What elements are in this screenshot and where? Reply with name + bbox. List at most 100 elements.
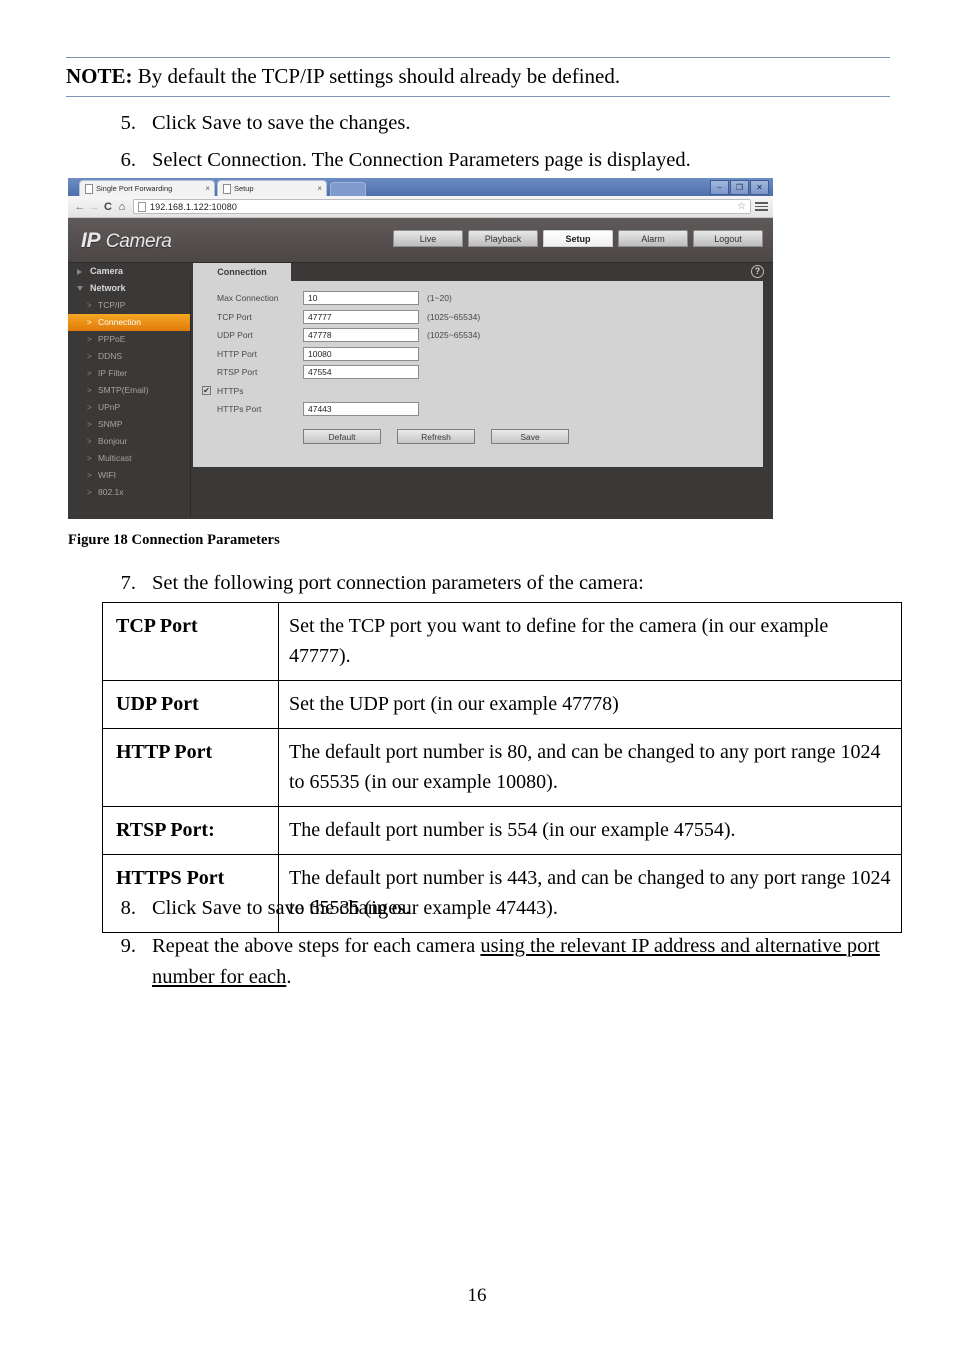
- sidebar-item-ddns[interactable]: > DDNS: [68, 348, 190, 365]
- note-callout: NOTE: By default the TCP/IP settings sho…: [66, 57, 890, 97]
- nav-tab-live[interactable]: Live: [393, 230, 463, 247]
- save-button[interactable]: Save: [491, 429, 569, 444]
- sidebar-item-label: SNMP: [98, 419, 123, 429]
- sidebar-item-upnp[interactable]: > UPnP: [68, 399, 190, 416]
- max-connection-input[interactable]: 10: [303, 291, 419, 305]
- tab-close-icon[interactable]: ×: [199, 184, 210, 193]
- sidebar-group-network[interactable]: Network: [68, 280, 190, 297]
- sidebar-item-label: Connection: [98, 317, 142, 327]
- sidebar-item-smtp-email[interactable]: > SMTP(Email): [68, 382, 190, 399]
- new-tab-button[interactable]: [330, 182, 366, 197]
- browser-tab-single-port-forwarding[interactable]: Single Port Forwarding ×: [79, 180, 215, 196]
- chevron-right-icon: >: [87, 335, 92, 344]
- browser-tab-setup[interactable]: Setup ×: [217, 180, 327, 196]
- tab-connection[interactable]: Connection: [193, 263, 291, 281]
- chevron-right-icon: [77, 269, 82, 275]
- figure-browser-screenshot: Single Port Forwarding × Setup × – ❐ ✕ ←…: [68, 178, 773, 519]
- minimize-icon[interactable]: –: [710, 180, 729, 195]
- udp-port-label: UDP Port: [217, 330, 253, 340]
- http-port-input[interactable]: 10080: [303, 346, 419, 361]
- nav-tab-alarm[interactable]: Alarm: [618, 230, 688, 247]
- back-icon[interactable]: ←: [73, 201, 87, 213]
- step-9: 9. Repeat the above steps for each camer…: [104, 931, 894, 993]
- sidebar-item-connection[interactable]: > Connection: [68, 314, 190, 331]
- param-value: Set the UDP port (in our example 47778): [278, 680, 902, 729]
- restore-icon[interactable]: ❐: [730, 180, 749, 195]
- sidebar-item-label: SMTP(Email): [98, 385, 149, 395]
- sidebar-group-label: Network: [90, 283, 126, 293]
- chevron-right-icon: >: [87, 420, 92, 429]
- step-6-text: Select Connection. The Connection Parame…: [152, 149, 691, 171]
- https-port-label: HTTPs Port: [217, 404, 262, 414]
- sidebar-item-multicast[interactable]: > Multicast: [68, 450, 190, 467]
- tcp-port-input[interactable]: 47777: [303, 309, 419, 324]
- panel-button-row: Default Refresh Save: [303, 429, 569, 444]
- nav-tab-logout[interactable]: Logout: [693, 230, 763, 247]
- sidebar-item-wifi[interactable]: > WIFI: [68, 467, 190, 484]
- udp-port-input[interactable]: 47778: [303, 328, 419, 342]
- browser-tabstrip: Single Port Forwarding × Setup × – ❐ ✕: [68, 178, 773, 197]
- https-checkbox-row: ✔ HTTPs: [193, 383, 763, 402]
- menu-hamburger-icon[interactable]: [755, 200, 768, 214]
- chevron-right-icon: >: [87, 369, 92, 378]
- sidebar-item-802-1x[interactable]: >802.1x: [68, 484, 190, 501]
- panel-tab-header: Connection ?: [190, 263, 773, 281]
- window-controls: – ❐ ✕: [710, 180, 769, 195]
- sidebar-item-snmp[interactable]: > SNMP: [68, 416, 190, 433]
- param-key: UDP Port: [102, 680, 279, 729]
- content-area: Connection ? Max Connection 10 (1~20) TC…: [190, 263, 773, 517]
- refresh-button[interactable]: Refresh: [397, 429, 475, 444]
- app-body: Camera Network > TCP/IP > Connection > PPPo…: [68, 263, 773, 517]
- sidebar-item-pppoe[interactable]: > PPPoE: [68, 331, 190, 348]
- step-6: 6. Select Connection. The Connection Par…: [104, 145, 894, 176]
- default-button[interactable]: Default: [303, 429, 381, 444]
- sidebar-item-label: Multicast: [98, 453, 132, 463]
- field-row-rtsp-port: RTSP Port 47554: [193, 364, 763, 383]
- sidebar-item-tcpip[interactable]: > TCP/IP: [68, 297, 190, 314]
- forward-icon[interactable]: →: [87, 201, 101, 213]
- param-value: The default port number is 554 (in our e…: [278, 806, 902, 855]
- chevron-right-icon: >: [87, 386, 92, 395]
- reload-icon[interactable]: C: [101, 201, 115, 213]
- figure-caption: Figure 18 Connection Parameters: [68, 532, 280, 548]
- field-row-tcp-port: TCP Port 47777 (1025~65534): [193, 309, 763, 328]
- tab-close-icon[interactable]: ×: [311, 184, 322, 193]
- app-nav-tabs: Live Playback Setup Alarm Logout: [393, 230, 763, 247]
- sidebar-item-label: 802.1x: [98, 487, 124, 497]
- app-header: IP Camera Live Playback Setup Alarm Logo…: [68, 218, 773, 263]
- chevron-right-icon: >: [87, 352, 92, 361]
- nav-tab-playback[interactable]: Playback: [468, 230, 538, 247]
- table-row: UDP Port Set the UDP port (in our exampl…: [102, 680, 902, 729]
- chevron-right-icon: >: [87, 318, 92, 327]
- max-connection-label: Max Connection: [217, 293, 279, 303]
- https-checkbox[interactable]: ✔: [202, 385, 211, 395]
- step-5-number: 5.: [120, 112, 136, 134]
- sidebar-item-label: Bonjour: [98, 436, 128, 446]
- rtsp-port-label: RTSP Port: [217, 367, 258, 377]
- bookmark-star-icon[interactable]: ☆: [733, 201, 746, 212]
- step-5-text: Click Save to save the changes.: [152, 112, 411, 134]
- rtsp-port-input[interactable]: 47554: [303, 365, 419, 379]
- app-logo: IP Camera: [81, 229, 172, 253]
- browser-address-bar: ← → C ⌂ 192.168.1.122:10080 ☆: [68, 196, 773, 218]
- sidebar-item-label: WIFI: [98, 470, 116, 480]
- sidebar-group-label: Camera: [90, 266, 124, 276]
- sidebar-group-camera[interactable]: Camera: [68, 263, 190, 280]
- chevron-right-icon: >: [87, 454, 92, 463]
- page-icon: [85, 183, 93, 194]
- sidebar-item-ip-filter[interactable]: > IP Filter: [68, 365, 190, 382]
- chevron-right-icon: >: [87, 488, 92, 497]
- https-checkbox-label: HTTPs: [217, 385, 244, 396]
- https-port-input[interactable]: 47443: [303, 402, 419, 416]
- close-icon[interactable]: ✕: [750, 180, 769, 195]
- field-row-udp-port: UDP Port 47778 (1025~65534): [193, 327, 763, 346]
- field-row-http-port: HTTP Port 10080: [193, 346, 763, 365]
- page-icon: [223, 183, 231, 194]
- home-icon[interactable]: ⌂: [115, 201, 129, 213]
- sidebar-item-label: PPPoE: [98, 334, 126, 344]
- sidebar-item-bonjour[interactable]: > Bonjour: [68, 433, 190, 450]
- nav-tab-setup[interactable]: Setup: [543, 230, 613, 247]
- url-input[interactable]: 192.168.1.122:10080 ☆: [133, 199, 751, 214]
- table-row: RTSP Port: The default port number is 55…: [102, 806, 902, 855]
- help-icon[interactable]: ?: [751, 265, 764, 278]
